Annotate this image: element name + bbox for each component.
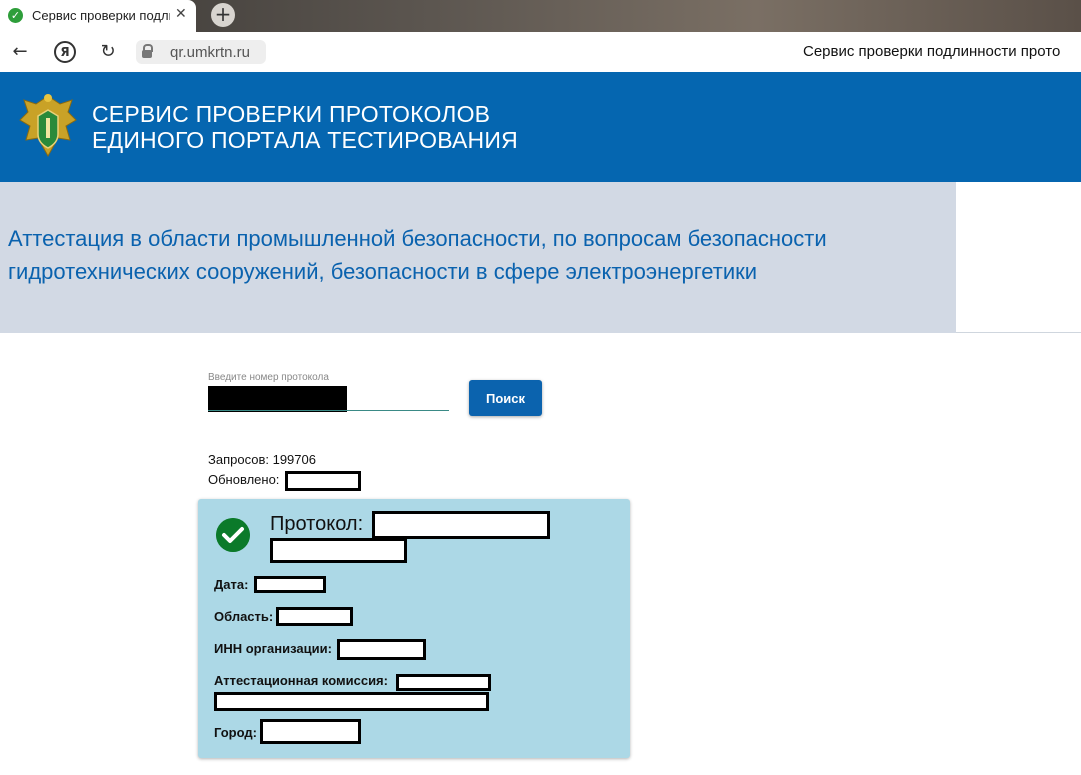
back-arrow-icon[interactable]: ←: [8, 40, 32, 64]
city-label: Город:: [214, 725, 257, 740]
commission-label: Аттестационная комиссия:: [214, 673, 388, 688]
redacted-commission-line2: [214, 692, 489, 711]
yandex-icon[interactable]: Я: [54, 41, 76, 63]
url-text: qr.umkrtn.ru: [170, 44, 251, 61]
redacted-region: [276, 607, 353, 626]
tab-title: Сервис проверки подлинн: [32, 8, 170, 23]
protocol-input-label: Введите номер протокола: [208, 372, 329, 383]
redacted-commission: [396, 674, 491, 691]
lock-icon: [142, 44, 153, 58]
reload-icon[interactable]: ↻: [96, 40, 120, 64]
stats: Запросов: 199706 Обновлено:: [208, 450, 362, 491]
result-card: Протокол: Дата: Область: ИНН организации…: [198, 499, 630, 758]
browser-toolbar: ← Я ↻ qr.umkrtn.ru Сервис проверки подли…: [0, 32, 1081, 72]
redacted-protocol-number-line2: [270, 538, 407, 563]
date-label: Дата:: [214, 577, 249, 592]
emblem-icon: [19, 94, 77, 158]
banner: Аттестация в области промышленной безопа…: [0, 182, 956, 333]
shield-check-icon: ✓: [8, 8, 23, 23]
protocol-input-underline: [208, 410, 449, 411]
browser-tabstrip: ✓ Сервис проверки подлинн ✕ +: [0, 0, 1081, 32]
header-title: СЕРВИС ПРОВЕРКИ ПРОТОКОЛОВ ЕДИНОГО ПОРТА…: [92, 101, 518, 153]
redacted-date: [254, 576, 326, 593]
redacted-protocol-number: [372, 511, 550, 539]
requests-count: Запросов: 199706: [208, 452, 316, 467]
search-button[interactable]: Поиск: [469, 380, 542, 416]
updated-row: Обновлено:: [208, 470, 362, 491]
banner-title: Аттестация в области промышленной безопа…: [8, 226, 827, 284]
address-bar[interactable]: qr.umkrtn.ru: [136, 40, 266, 64]
updated-label: Обновлено:: [208, 472, 280, 487]
region-label: Область:: [214, 609, 274, 624]
page-title: Сервис проверки подлинности прото: [803, 43, 1061, 60]
close-icon[interactable]: ✕: [175, 6, 187, 22]
protocol-label: Протокол:: [270, 513, 364, 535]
redacted-updated-value: [285, 470, 362, 491]
divider: [956, 332, 1081, 333]
redacted-inn: [337, 639, 426, 660]
inn-label: ИНН организации:: [214, 641, 332, 656]
site-header: СЕРВИС ПРОВЕРКИ ПРОТОКОЛОВ ЕДИНОГО ПОРТА…: [0, 72, 1081, 182]
redacted-city: [260, 719, 361, 744]
header-title-line2: ЕДИНОГО ПОРТАЛА ТЕСТИРОВАНИЯ: [92, 127, 518, 153]
header-title-line1: СЕРВИС ПРОВЕРКИ ПРОТОКОЛОВ: [92, 101, 491, 127]
new-tab-button[interactable]: +: [211, 3, 235, 27]
protocol-input[interactable]: [208, 386, 347, 412]
check-circle-icon: [216, 518, 250, 552]
browser-tab[interactable]: ✓ Сервис проверки подлинн ✕: [0, 0, 196, 32]
